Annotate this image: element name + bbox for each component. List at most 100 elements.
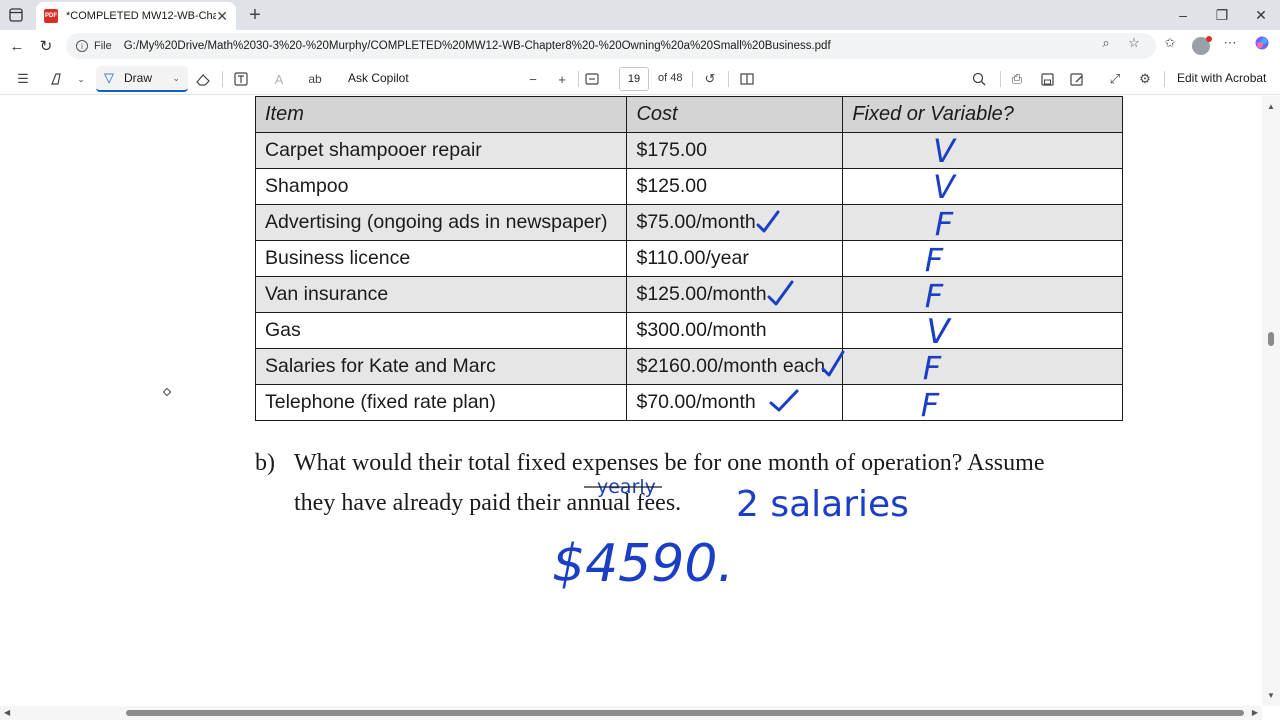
table-row: Van insurance $125.00/month [254, 276, 1123, 313]
draw-chevron-down-icon[interactable]: ⌄ [172, 73, 180, 84]
refresh-icon[interactable]: ↻ [35, 35, 57, 57]
type-cell [842, 312, 1123, 349]
pdf-page: Item Cost Fixed or Variable? Carpet sham… [0, 96, 1262, 706]
table-row: Carpet shampooer repair $175.00 [254, 132, 1123, 169]
draw-label: Draw [124, 71, 153, 85]
favorites-icon[interactable]: ✩ [1162, 35, 1178, 51]
cost-cell: $70.00/month [626, 384, 844, 421]
draw-pen-icon: ▽ [104, 70, 114, 85]
browser-tab[interactable]: PDF *COMPLETED MW12-WB-Chapter8 - Owning… [36, 2, 236, 30]
cost-cell: $2160.00/month each [626, 348, 844, 385]
draw-button[interactable]: ▽ Draw ⌄ [96, 66, 188, 92]
save-as-icon[interactable] [1068, 70, 1086, 88]
url-text[interactable]: G:/My%20Drive/Math%2030-3%20-%20Murphy/C… [124, 40, 831, 52]
item-cell: Carpet shampooer repair [254, 132, 628, 169]
search-icon[interactable] [970, 70, 988, 88]
type-cell [842, 384, 1123, 421]
item-cell: Advertising (ongoing ads in newspaper) [254, 204, 628, 241]
page-count: of 48 [658, 72, 683, 84]
header-item: Item [254, 96, 628, 133]
window-menu-icon[interactable] [8, 7, 24, 23]
vertical-scroll-thumb[interactable] [1268, 332, 1274, 346]
more-options-icon[interactable]: ⋯ [1222, 35, 1238, 51]
table-row: Telephone (fixed rate plan) $70.00/month [254, 384, 1123, 421]
zoom-in-icon[interactable]: + [553, 70, 571, 88]
address-bar[interactable]: i File G:/My%20Drive/Math%2030-3%20-%20M… [66, 33, 1156, 59]
expenses-table: Item Cost Fixed or Variable? Carpet sham… [254, 96, 1123, 421]
profile-avatar[interactable] [1192, 36, 1212, 55]
item-cell: Shampoo [254, 168, 628, 205]
cost-cell: $125.00/month [626, 276, 844, 313]
fit-page-icon[interactable] [583, 70, 601, 88]
cost-cell: $300.00/month [626, 312, 844, 349]
item-cell: Telephone (fixed rate plan) [254, 384, 628, 421]
settings-gear-icon[interactable]: ⚙ [1136, 70, 1154, 88]
header-fixed-or-variable: Fixed or Variable? [842, 96, 1123, 133]
question-label: b) [255, 450, 275, 476]
type-cell [842, 204, 1123, 241]
favorite-star-icon[interactable]: ☆ [1126, 35, 1142, 51]
table-row: Gas $300.00/month [254, 312, 1123, 349]
print-icon[interactable]: ⎙ [1008, 70, 1026, 88]
type-cell [842, 348, 1123, 385]
rotate-icon[interactable]: ↺ [701, 70, 719, 88]
vertical-scrollbar[interactable]: ▲ ▼ [1262, 96, 1280, 706]
pdf-file-icon: PDF [44, 9, 58, 23]
zoom-out-icon[interactable]: − [524, 70, 542, 88]
highlight-icon[interactable] [48, 70, 66, 88]
copilot-icon[interactable] [1254, 35, 1270, 51]
tab-strip: PDF *COMPLETED MW12-WB-Chapter8 - Owning… [0, 0, 1280, 30]
horizontal-scroll-thumb[interactable] [126, 710, 1244, 716]
save-icon[interactable] [1038, 70, 1056, 88]
ask-copilot-button[interactable]: Ask Copilot [348, 71, 409, 85]
restore-icon[interactable]: ❐ [1211, 5, 1233, 25]
read-aloud-icon[interactable]: A [270, 70, 288, 88]
navigation-bar: ← ↻ i File G:/My%20Drive/Math%2030-3%20-… [0, 30, 1280, 62]
page-view-icon[interactable] [738, 70, 756, 88]
scroll-left-icon[interactable]: ◀ [4, 708, 10, 717]
cost-cell: $110.00/year [626, 240, 844, 277]
info-icon[interactable]: i [76, 40, 88, 52]
scroll-up-icon[interactable]: ▲ [1267, 102, 1275, 111]
item-cell: Gas [254, 312, 628, 349]
table-header-row: Item Cost Fixed or Variable? [254, 96, 1123, 133]
header-cost: Cost [626, 96, 844, 133]
pdf-toolbar: ☰ ⌄ ▽ Draw ⌄ A ab Ask Copilot − + 19 of … [0, 62, 1280, 95]
scroll-down-icon[interactable]: ▼ [1267, 691, 1275, 700]
back-arrow-icon[interactable]: ← [6, 35, 28, 57]
question-text-line-2: they have already paid their annual fees… [294, 490, 682, 516]
file-scheme-label: File [94, 40, 112, 52]
table-row: Advertising (ongoing ads in newspaper) $… [254, 204, 1123, 241]
expand-icon[interactable]: ⤢ [1106, 70, 1124, 88]
text-box-icon[interactable] [232, 70, 250, 88]
mouse-cursor [162, 387, 172, 397]
new-tab-button[interactable]: + [244, 4, 266, 26]
item-cell: Business licence [254, 240, 628, 277]
handwritten-salaries-note: 2 salaries [736, 484, 909, 525]
table-row: Salaries for Kate and Marc $2160.00/mont… [254, 348, 1123, 385]
tab-title: *COMPLETED MW12-WB-Chapter8 - Owning a S… [66, 10, 216, 22]
item-cell: Salaries for Kate and Marc [254, 348, 628, 385]
scroll-right-icon[interactable]: ▶ [1252, 708, 1258, 717]
item-cell: Van insurance [254, 276, 628, 313]
highlight-chevron-down-icon[interactable]: ⌄ [72, 70, 90, 88]
table-row: Shampoo $125.00 [254, 168, 1123, 205]
page-number-input[interactable]: 19 [619, 67, 649, 91]
close-tab-icon[interactable]: ✕ [216, 9, 228, 23]
type-cell [842, 276, 1123, 313]
table-row: Business licence $110.00/year [254, 240, 1123, 277]
translate-icon[interactable]: ab [306, 70, 324, 88]
close-window-icon[interactable]: ✕ [1250, 5, 1272, 25]
zoom-icon[interactable]: ⌕ [1098, 35, 1114, 51]
cost-cell: $125.00 [626, 168, 844, 205]
eraser-icon[interactable] [194, 70, 212, 88]
question-text-line-1: What would their total fixed expenses be… [294, 450, 1045, 476]
edit-with-acrobat-button[interactable]: Edit with Acrobat [1177, 71, 1266, 85]
cost-cell: $75.00/month [626, 204, 844, 241]
type-cell [842, 168, 1123, 205]
minimize-icon[interactable]: – [1172, 5, 1194, 25]
type-cell [842, 132, 1123, 169]
horizontal-scrollbar[interactable]: ◀ ▶ [0, 706, 1262, 720]
contents-list-icon[interactable]: ☰ [14, 70, 32, 88]
type-cell [842, 240, 1123, 277]
